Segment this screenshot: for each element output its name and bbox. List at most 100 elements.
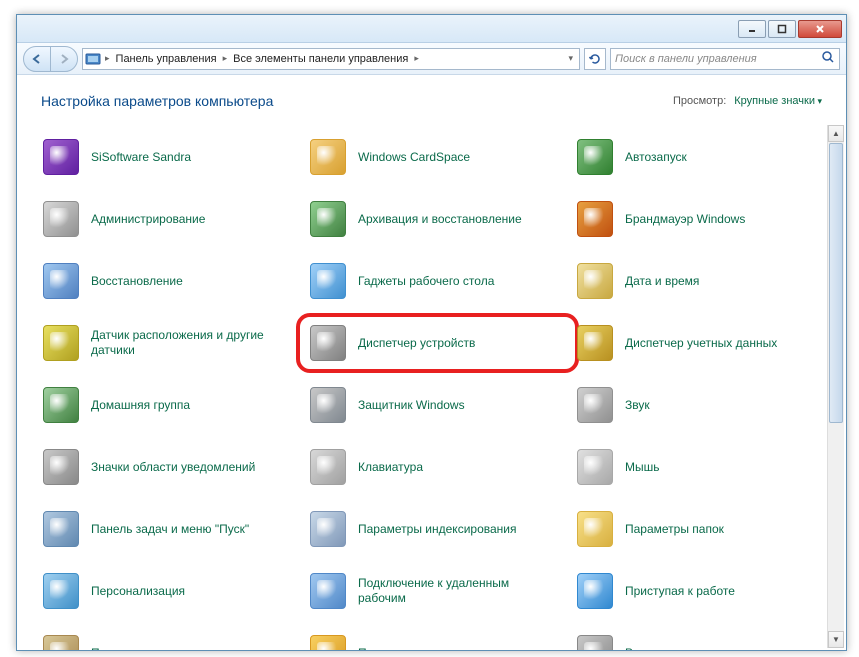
vertical-scrollbar[interactable]: ▲ ▼ (827, 125, 844, 648)
toolbar: ▸ Панель управления ▸ Все элементы панел… (17, 43, 846, 75)
taskbar-start-icon (41, 509, 81, 549)
item-indexing[interactable]: Параметры индексирования (308, 505, 567, 553)
sound-icon (575, 385, 615, 425)
refresh-button[interactable] (584, 48, 606, 70)
item-label: Параметры индексирования (358, 522, 516, 537)
device-manager-icon (308, 323, 348, 363)
item-default-programs[interactable]: Программы по умолчанию (308, 629, 567, 650)
speech-recognition-icon (575, 633, 615, 650)
item-label: Мышь (625, 460, 660, 475)
item-device-manager[interactable]: Диспетчер устройств (296, 313, 579, 373)
item-label: Домашняя группа (91, 398, 190, 413)
item-backup-restore[interactable]: Архивация и восстановление (308, 195, 567, 243)
item-windows-cardspace[interactable]: Windows CardSpace (308, 133, 567, 181)
item-date-time[interactable]: Дата и время (575, 257, 834, 305)
item-label: Восстановление (91, 274, 183, 289)
scroll-up-button[interactable]: ▲ (828, 125, 844, 142)
breadcrumb-arrow-icon: ▸ (105, 53, 110, 64)
minimize-button[interactable] (738, 20, 766, 38)
view-control: Просмотр: Крупные значки (673, 95, 822, 107)
page-title: Настройка параметров компьютера (41, 93, 273, 109)
breadcrumb-arrow-icon: ▸ (223, 53, 228, 64)
autoplay-icon (575, 137, 615, 177)
item-label: Автозапуск (625, 150, 687, 165)
address-bar[interactable]: ▸ Панель управления ▸ Все элементы панел… (82, 48, 580, 70)
item-label: Приступая к работе (625, 584, 735, 599)
item-label: Защитник Windows (358, 398, 465, 413)
administration-icon (41, 199, 81, 239)
personalization-icon (41, 571, 81, 611)
item-label: Панель задач и меню "Пуск" (91, 522, 249, 537)
item-desktop-gadgets[interactable]: Гаджеты рабочего стола (308, 257, 567, 305)
item-taskbar-start[interactable]: Панель задач и меню "Пуск" (41, 505, 300, 553)
item-remote-desktop[interactable]: Подключение к удаленным рабочим (308, 567, 567, 615)
item-notification-icons[interactable]: Значки области уведомлений (41, 443, 300, 491)
folder-options-icon (575, 509, 615, 549)
item-autoplay[interactable]: Автозапуск (575, 133, 834, 181)
item-label: Диспетчер устройств (358, 336, 475, 351)
breadcrumb-segment[interactable]: Панель управления (114, 53, 219, 65)
item-administration[interactable]: Администрирование (41, 195, 300, 243)
item-mouse[interactable]: Мышь (575, 443, 834, 491)
search-icon[interactable] (821, 50, 835, 67)
item-label: Распознавание речи (625, 646, 739, 651)
scroll-down-button[interactable]: ▼ (828, 631, 844, 648)
windows-cardspace-icon (308, 137, 348, 177)
item-credential-manager[interactable]: Диспетчер учетных данных (575, 319, 834, 367)
indexing-icon (308, 509, 348, 549)
item-label: Архивация и восстановление (358, 212, 522, 227)
item-folder-options[interactable]: Параметры папок (575, 505, 834, 553)
item-label: Диспетчер учетных данных (625, 336, 777, 351)
titlebar (17, 15, 846, 43)
item-personalization[interactable]: Персонализация (41, 567, 300, 615)
item-label: Параметры папок (625, 522, 724, 537)
forward-button[interactable] (50, 46, 78, 72)
firewall-icon (575, 199, 615, 239)
item-label: Подключение к удаленным рабочим (358, 576, 538, 606)
item-firewall[interactable]: Брандмауэр Windows (575, 195, 834, 243)
content-area: SiSoftware Sandra Windows CardSpace Автоза… (17, 125, 846, 650)
notification-icons-icon (41, 447, 81, 487)
defender-icon (308, 385, 348, 425)
date-time-icon (575, 261, 615, 301)
item-sisoftware-sandra[interactable]: SiSoftware Sandra (41, 133, 300, 181)
item-label: Дата и время (625, 274, 699, 289)
keyboard-icon (308, 447, 348, 487)
control-panel-icon (85, 51, 101, 67)
item-label: Значки области уведомлений (91, 460, 255, 475)
back-button[interactable] (23, 46, 51, 72)
getting-started-icon (575, 571, 615, 611)
item-label: Звук (625, 398, 650, 413)
default-programs-icon (308, 633, 348, 650)
breadcrumb-segment[interactable]: Все элементы панели управления (231, 53, 410, 65)
maximize-button[interactable] (768, 20, 796, 38)
breadcrumb-arrow-icon: ▸ (414, 53, 419, 64)
item-defender[interactable]: Защитник Windows (308, 381, 567, 429)
item-getting-started[interactable]: Приступая к работе (575, 567, 834, 615)
item-sound[interactable]: Звук (575, 381, 834, 429)
nav-buttons (23, 46, 78, 72)
homegroup-icon (41, 385, 81, 425)
scroll-thumb[interactable] (829, 143, 843, 423)
item-homegroup[interactable]: Домашняя группа (41, 381, 300, 429)
desktop-gadgets-icon (308, 261, 348, 301)
item-label: Датчик расположения и другие датчики (91, 328, 271, 358)
sisoftware-sandra-icon (41, 137, 81, 177)
items-grid: SiSoftware Sandra Windows CardSpace Автоза… (41, 133, 834, 650)
item-label: Клавиатура (358, 460, 423, 475)
item-keyboard[interactable]: Клавиатура (308, 443, 567, 491)
programs-features-icon (41, 633, 81, 650)
item-recovery[interactable]: Восстановление (41, 257, 300, 305)
recovery-icon (41, 261, 81, 301)
view-mode-dropdown[interactable]: Крупные значки (734, 95, 822, 107)
address-dropdown-icon[interactable]: ▾ (564, 53, 577, 64)
item-programs-features[interactable]: Программы и компоненты (41, 629, 300, 650)
credential-manager-icon (575, 323, 615, 363)
search-input[interactable]: Поиск в панели управления (610, 48, 840, 70)
item-location-sensor[interactable]: Датчик расположения и другие датчики (41, 319, 300, 367)
item-label: Гаджеты рабочего стола (358, 274, 494, 289)
item-speech-recognition[interactable]: Распознавание речи (575, 629, 834, 650)
control-panel-window: ▸ Панель управления ▸ Все элементы панел… (16, 14, 847, 651)
item-label: Windows CardSpace (358, 150, 470, 165)
close-button[interactable] (798, 20, 842, 38)
